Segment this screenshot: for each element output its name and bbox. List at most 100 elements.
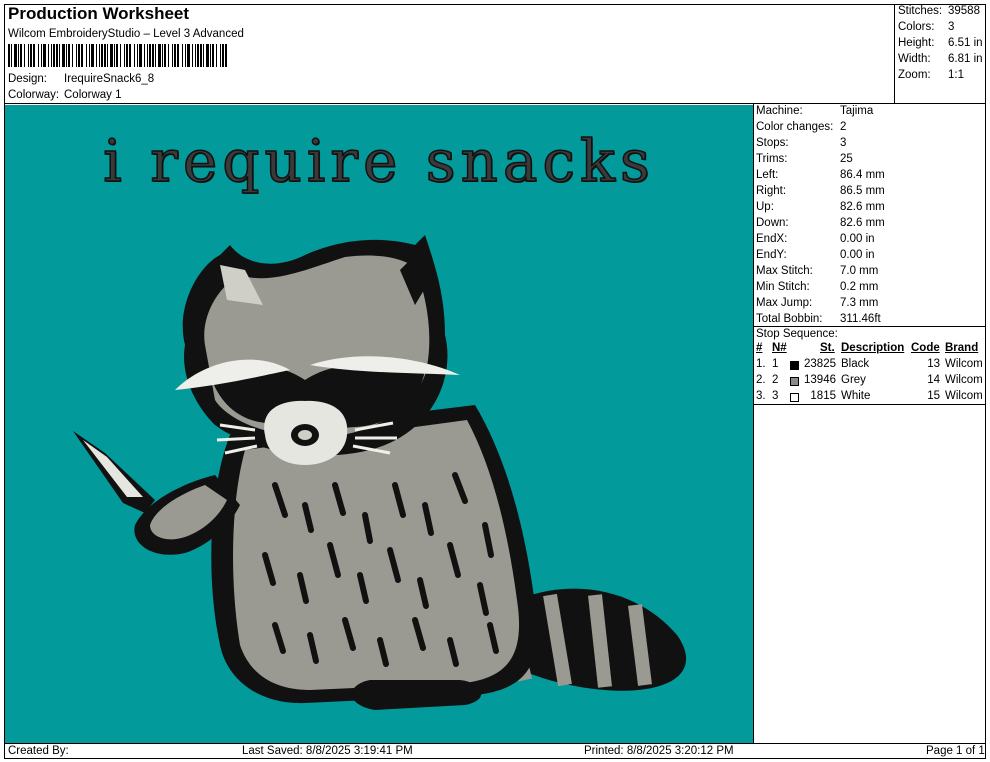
info-value: 82.6 mm [840, 201, 885, 213]
row-stitches: 1815 [810, 390, 836, 402]
info-label: Color changes: [756, 121, 834, 133]
row-code: 14 [927, 374, 940, 386]
info-label: Right: [756, 185, 787, 197]
stat-height: Height: 6.51 in [898, 37, 983, 49]
info-trims: Trims: 25 [756, 153, 853, 165]
stat-value: 1:1 [948, 69, 964, 81]
info-label: Trims: [756, 153, 788, 165]
row-description: White [841, 390, 871, 402]
stat-stitches: Stitches: 39588 [898, 5, 980, 17]
col-header-stitches: St. [820, 342, 835, 354]
barcode [8, 44, 227, 67]
row-brand: Wilcom [945, 358, 983, 370]
colorway-label: Colorway: [8, 89, 60, 101]
col-header-brand: Brand [945, 342, 979, 354]
stat-value: 39588 [948, 5, 980, 17]
info-total-bobbin: Total Bobbin: 311.46ft [756, 313, 881, 325]
stop-sequence-title: Stop Sequence: [756, 328, 838, 340]
info-value: Tajima [840, 105, 874, 117]
table-row: 2. 2 13946 Grey 14 Wilcom [756, 374, 986, 390]
info-label: Left: [756, 169, 779, 181]
info-max-jump: Max Jump: 7.3 mm [756, 297, 878, 309]
row-description: Grey [841, 374, 866, 386]
info-label: EndX: [756, 233, 788, 245]
info-value: 86.4 mm [840, 169, 885, 181]
info-label: Min Stitch: [756, 281, 810, 293]
stat-value: 6.51 in [948, 37, 983, 49]
col-header-description: Description [841, 342, 905, 354]
design-row: Design: IrequireSnack6_8 [8, 73, 154, 85]
info-label: Max Stitch: [756, 265, 813, 277]
info-min-stitch: Min Stitch: 0.2 mm [756, 281, 878, 293]
row-stitches: 23825 [804, 358, 836, 370]
info-value: 7.0 mm [840, 265, 879, 277]
footer-printed: Printed: 8/8/2025 3:20:12 PM [584, 745, 734, 757]
row-index: 2. [756, 374, 766, 386]
row-index: 1. [756, 358, 766, 370]
info-value: 82.6 mm [840, 217, 885, 229]
info-value: 86.5 mm [840, 185, 885, 197]
row-needle: 3 [772, 390, 779, 402]
info-right: Right: 86.5 mm [756, 185, 885, 197]
info-value: 0.00 in [840, 233, 875, 245]
stat-colors: Colors: 3 [898, 21, 954, 33]
colorway-name: Colorway 1 [64, 89, 122, 101]
row-index: 3. [756, 390, 766, 402]
info-label: EndY: [756, 249, 787, 261]
info-up: Up: 82.6 mm [756, 201, 885, 213]
footer-created-by: Created By: [8, 745, 69, 757]
design-label: Design: [8, 73, 47, 85]
info-label: Down: [756, 217, 789, 229]
info-endx: EndX: 0.00 in [756, 233, 875, 245]
info-label: Total Bobbin: [756, 313, 823, 325]
info-stops: Stops: 3 [756, 137, 846, 149]
design-name: IrequireSnack6_8 [64, 73, 155, 85]
col-header-needle: N# [772, 342, 787, 354]
color-swatch [790, 377, 799, 386]
info-value: 3 [840, 137, 847, 149]
colorway-row: Colorway: Colorway 1 [8, 89, 122, 101]
stat-label: Colors: [898, 21, 935, 33]
info-value: 311.46ft [840, 313, 881, 325]
info-color-changes: Color changes: 2 [756, 121, 846, 133]
info-machine: Machine: Tajima [756, 105, 873, 117]
table-row: 1. 1 23825 Black 13 Wilcom [756, 358, 986, 374]
worksheet-title: Production Worksheet [8, 4, 190, 23]
footer-page: Page 1 of 1 [926, 745, 985, 757]
col-header-code: Code [911, 342, 940, 354]
info-value: 0.00 in [840, 249, 875, 261]
stat-value: 3 [948, 21, 955, 33]
color-swatch [790, 361, 799, 370]
info-label: Up: [756, 201, 774, 213]
row-brand: Wilcom [945, 390, 983, 402]
info-value: 0.2 mm [840, 281, 879, 293]
info-value: 2 [840, 121, 847, 133]
raccoon-illustration [73, 235, 687, 710]
stat-label: Height: [898, 37, 935, 49]
row-description: Black [841, 358, 870, 370]
stat-zoom: Zoom: 1:1 [898, 69, 964, 81]
row-code: 15 [927, 390, 940, 402]
table-row: 3. 3 1815 White 15 Wilcom [756, 390, 986, 406]
color-swatch [790, 393, 799, 402]
row-needle: 2 [772, 374, 779, 386]
info-max-stitch: Max Stitch: 7.0 mm [756, 265, 878, 277]
software-name: Wilcom EmbroideryStudio – Level 3 Advanc… [8, 28, 244, 40]
stat-label: Zoom: [898, 69, 931, 81]
info-down: Down: 82.6 mm [756, 217, 885, 229]
footer-last-saved: Last Saved: 8/8/2025 3:19:41 PM [242, 745, 413, 757]
info-endy: EndY: 0.00 in [756, 249, 875, 261]
info-label: Machine: [756, 105, 803, 117]
row-stitches: 13946 [804, 374, 836, 386]
stat-value: 6.81 in [948, 53, 983, 65]
stat-width: Width: 6.81 in [898, 53, 983, 65]
col-header-index: # [756, 342, 763, 354]
info-label: Max Jump: [756, 297, 813, 309]
info-value: 25 [840, 153, 853, 165]
design-preview: i require snacks [5, 105, 753, 743]
info-value: 7.3 mm [840, 297, 879, 309]
row-needle: 1 [772, 358, 779, 370]
stat-label: Stitches: [898, 5, 943, 17]
info-left: Left: 86.4 mm [756, 169, 885, 181]
stat-label: Width: [898, 53, 931, 65]
